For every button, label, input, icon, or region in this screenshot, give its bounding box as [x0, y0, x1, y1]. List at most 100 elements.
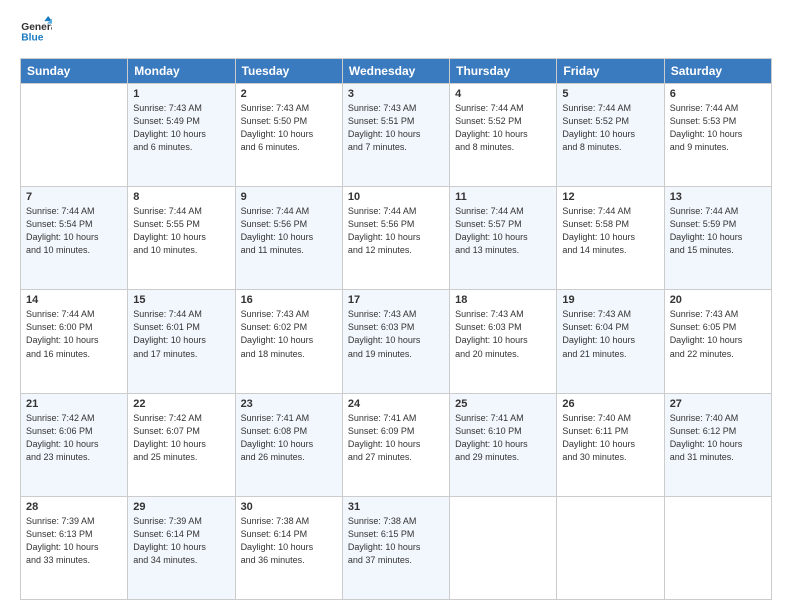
day-cell: 10Sunrise: 7:44 AM Sunset: 5:56 PM Dayli…: [342, 187, 449, 290]
day-cell: 14 Sunrise: 7:44 AM Sunset: 6:00 PM Dayli…: [21, 290, 128, 393]
day-info: Sunrise: 7:43 AM Sunset: 6:03 PM Dayligh…: [348, 308, 444, 360]
weekday-header-friday: Friday: [557, 59, 664, 84]
day-cell: 21Sunrise: 7:42 AM Sunset: 6:06 PM Dayli…: [21, 393, 128, 496]
day-info: Sunrise: 7:40 AM Sunset: 6:12 PM Dayligh…: [670, 412, 766, 464]
day-number: 9: [241, 191, 337, 203]
day-number: 19: [562, 294, 658, 306]
week-row-1: 1Sunrise: 7:43 AM Sunset: 5:49 PM Daylig…: [21, 84, 772, 187]
day-cell: 18 Sunrise: 7:43 AM Sunset: 6:03 PM Dayli…: [450, 290, 557, 393]
day-number: 2: [241, 88, 337, 100]
day-number: 20: [670, 294, 766, 306]
day-info: Sunrise: 7:42 AM Sunset: 6:07 PM Dayligh…: [133, 412, 229, 464]
page: General Blue SundayMondayTuesdayWednesda…: [0, 0, 792, 612]
day-number: 4: [455, 88, 551, 100]
day-info: Sunrise: 7:43 AM Sunset: 6:03 PM Dayligh…: [455, 308, 551, 360]
day-number: 23: [241, 398, 337, 410]
day-cell: 5 Sunrise: 7:44 AM Sunset: 5:52 PM Daylig…: [557, 84, 664, 187]
day-info: Sunrise: 7:39 AM Sunset: 6:14 PM Dayligh…: [133, 515, 229, 567]
day-number: 3: [348, 88, 444, 100]
day-number: 16: [241, 294, 337, 306]
day-cell: 16Sunrise: 7:43 AM Sunset: 6:02 PM Dayli…: [235, 290, 342, 393]
day-cell: 27Sunrise: 7:40 AM Sunset: 6:12 PM Dayli…: [664, 393, 771, 496]
day-number: 28: [26, 501, 122, 513]
calendar-table: SundayMondayTuesdayWednesdayThursdayFrid…: [20, 58, 772, 600]
day-cell: 25 Sunrise: 7:41 AM Sunset: 6:10 PM Dayli…: [450, 393, 557, 496]
day-info: Sunrise: 7:41 AM Sunset: 6:09 PM Dayligh…: [348, 412, 444, 464]
day-info: Sunrise: 7:44 AM Sunset: 6:01 PM Dayligh…: [133, 308, 229, 360]
day-cell: 24Sunrise: 7:41 AM Sunset: 6:09 PM Dayli…: [342, 393, 449, 496]
day-number: 26: [562, 398, 658, 410]
day-number: 11: [455, 191, 551, 203]
week-row-5: 28 Sunrise: 7:39 AM Sunset: 6:13 PM Dayli…: [21, 496, 772, 599]
day-cell: [557, 496, 664, 599]
svg-text:General: General: [21, 22, 52, 33]
day-info: Sunrise: 7:44 AM Sunset: 5:58 PM Dayligh…: [562, 205, 658, 257]
day-cell: 9 Sunrise: 7:44 AM Sunset: 5:56 PM Daylig…: [235, 187, 342, 290]
day-number: 6: [670, 88, 766, 100]
day-cell: [450, 496, 557, 599]
day-info: Sunrise: 7:44 AM Sunset: 5:54 PM Dayligh…: [26, 205, 122, 257]
day-number: 5: [562, 88, 658, 100]
day-info: Sunrise: 7:44 AM Sunset: 5:52 PM Dayligh…: [562, 102, 658, 154]
day-cell: 19 Sunrise: 7:43 AM Sunset: 6:04 PM Dayli…: [557, 290, 664, 393]
day-info: Sunrise: 7:43 AM Sunset: 5:49 PM Dayligh…: [133, 102, 229, 154]
day-cell: 7Sunrise: 7:44 AM Sunset: 5:54 PM Daylig…: [21, 187, 128, 290]
day-number: 25: [455, 398, 551, 410]
day-info: Sunrise: 7:43 AM Sunset: 5:51 PM Dayligh…: [348, 102, 444, 154]
week-row-4: 21Sunrise: 7:42 AM Sunset: 6:06 PM Dayli…: [21, 393, 772, 496]
day-cell: 15 Sunrise: 7:44 AM Sunset: 6:01 PM Dayli…: [128, 290, 235, 393]
header: General Blue: [20, 16, 772, 48]
day-info: Sunrise: 7:44 AM Sunset: 5:56 PM Dayligh…: [241, 205, 337, 257]
day-info: Sunrise: 7:38 AM Sunset: 6:15 PM Dayligh…: [348, 515, 444, 567]
day-info: Sunrise: 7:44 AM Sunset: 6:00 PM Dayligh…: [26, 308, 122, 360]
day-number: 15: [133, 294, 229, 306]
day-cell: 26 Sunrise: 7:40 AM Sunset: 6:11 PM Dayli…: [557, 393, 664, 496]
weekday-header-monday: Monday: [128, 59, 235, 84]
day-info: Sunrise: 7:39 AM Sunset: 6:13 PM Dayligh…: [26, 515, 122, 567]
day-cell: 1Sunrise: 7:43 AM Sunset: 5:49 PM Daylig…: [128, 84, 235, 187]
day-cell: 20Sunrise: 7:43 AM Sunset: 6:05 PM Dayli…: [664, 290, 771, 393]
day-cell: 17 Sunrise: 7:43 AM Sunset: 6:03 PM Dayli…: [342, 290, 449, 393]
weekday-header-saturday: Saturday: [664, 59, 771, 84]
day-info: Sunrise: 7:44 AM Sunset: 5:53 PM Dayligh…: [670, 102, 766, 154]
day-info: Sunrise: 7:43 AM Sunset: 5:50 PM Dayligh…: [241, 102, 337, 154]
weekday-header-sunday: Sunday: [21, 59, 128, 84]
day-number: 30: [241, 501, 337, 513]
logo-icon: General Blue: [20, 16, 52, 48]
day-cell: 4 Sunrise: 7:44 AM Sunset: 5:52 PM Daylig…: [450, 84, 557, 187]
day-info: Sunrise: 7:40 AM Sunset: 6:11 PM Dayligh…: [562, 412, 658, 464]
day-cell: 29 Sunrise: 7:39 AM Sunset: 6:14 PM Dayli…: [128, 496, 235, 599]
day-number: 29: [133, 501, 229, 513]
day-cell: 31Sunrise: 7:38 AM Sunset: 6:15 PM Dayli…: [342, 496, 449, 599]
week-row-3: 14 Sunrise: 7:44 AM Sunset: 6:00 PM Dayli…: [21, 290, 772, 393]
day-cell: 3 Sunrise: 7:43 AM Sunset: 5:51 PM Daylig…: [342, 84, 449, 187]
day-number: 18: [455, 294, 551, 306]
day-number: 14: [26, 294, 122, 306]
weekday-header-row: SundayMondayTuesdayWednesdayThursdayFrid…: [21, 59, 772, 84]
day-info: Sunrise: 7:41 AM Sunset: 6:08 PM Dayligh…: [241, 412, 337, 464]
svg-text:Blue: Blue: [21, 32, 43, 43]
day-cell: [21, 84, 128, 187]
day-info: Sunrise: 7:41 AM Sunset: 6:10 PM Dayligh…: [455, 412, 551, 464]
day-number: 17: [348, 294, 444, 306]
day-cell: 11 Sunrise: 7:44 AM Sunset: 5:57 PM Dayli…: [450, 187, 557, 290]
day-info: Sunrise: 7:42 AM Sunset: 6:06 PM Dayligh…: [26, 412, 122, 464]
day-number: 10: [348, 191, 444, 203]
day-info: Sunrise: 7:44 AM Sunset: 5:55 PM Dayligh…: [133, 205, 229, 257]
logo: General Blue: [20, 16, 52, 48]
day-cell: 6 Sunrise: 7:44 AM Sunset: 5:53 PM Daylig…: [664, 84, 771, 187]
day-number: 12: [562, 191, 658, 203]
day-info: Sunrise: 7:44 AM Sunset: 5:59 PM Dayligh…: [670, 205, 766, 257]
day-number: 8: [133, 191, 229, 203]
day-cell: 22Sunrise: 7:42 AM Sunset: 6:07 PM Dayli…: [128, 393, 235, 496]
day-cell: 28 Sunrise: 7:39 AM Sunset: 6:13 PM Dayli…: [21, 496, 128, 599]
day-cell: 2 Sunrise: 7:43 AM Sunset: 5:50 PM Daylig…: [235, 84, 342, 187]
day-info: Sunrise: 7:44 AM Sunset: 5:52 PM Dayligh…: [455, 102, 551, 154]
day-cell: 13Sunrise: 7:44 AM Sunset: 5:59 PM Dayli…: [664, 187, 771, 290]
day-info: Sunrise: 7:38 AM Sunset: 6:14 PM Dayligh…: [241, 515, 337, 567]
day-info: Sunrise: 7:43 AM Sunset: 6:04 PM Dayligh…: [562, 308, 658, 360]
weekday-header-thursday: Thursday: [450, 59, 557, 84]
day-cell: [664, 496, 771, 599]
day-cell: 12 Sunrise: 7:44 AM Sunset: 5:58 PM Dayli…: [557, 187, 664, 290]
day-info: Sunrise: 7:44 AM Sunset: 5:57 PM Dayligh…: [455, 205, 551, 257]
